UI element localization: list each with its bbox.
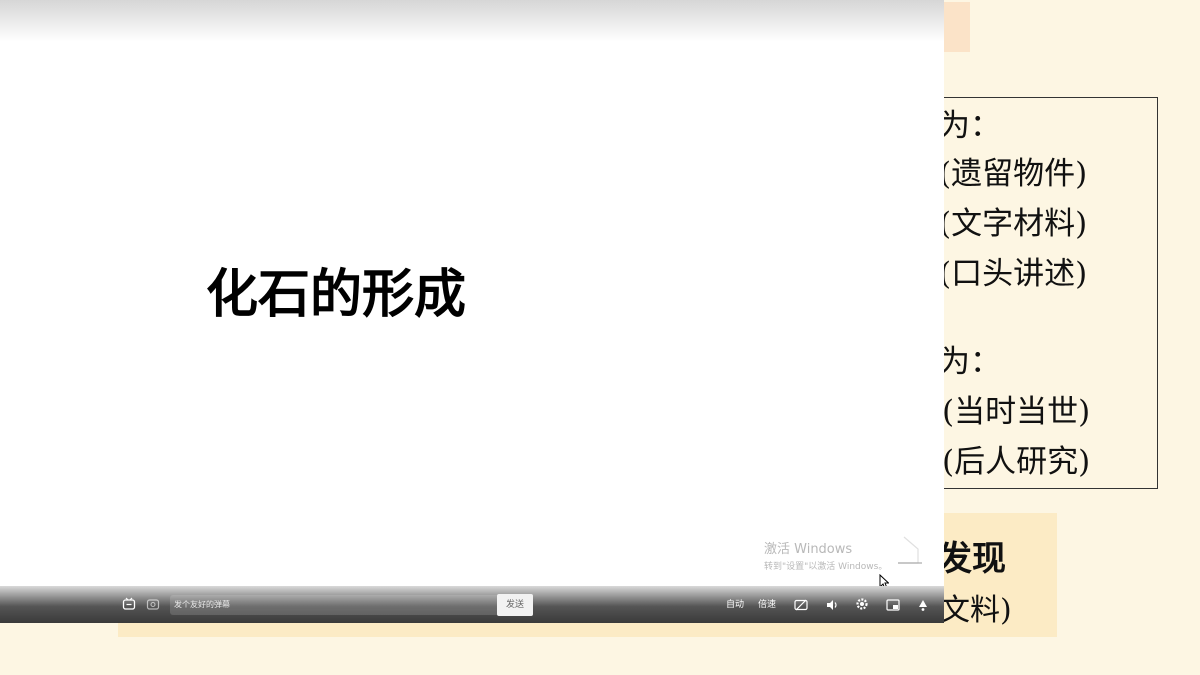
danmu-toggle-icon[interactable]	[122, 597, 136, 611]
volume-icon[interactable]	[825, 598, 839, 612]
watermark-line2: 转到"设置"以激活 Windows。	[764, 562, 888, 572]
danmu-settings-icon[interactable]	[146, 597, 160, 611]
player-control-bar: 发个友好的弹幕 发送 自动 倍速	[0, 586, 944, 623]
box-line: 为：	[939, 344, 1001, 380]
subtitle-off-icon[interactable]	[794, 598, 808, 612]
corner-fold-icon	[898, 536, 922, 564]
settings-gear-icon[interactable]	[855, 597, 869, 611]
bottom-subtext: 文料)	[940, 593, 1012, 628]
danmu-input[interactable]: 发个友好的弹幕	[170, 595, 498, 615]
bottom-heading: 发现	[938, 539, 1006, 579]
picture-in-picture-icon[interactable]	[886, 598, 900, 612]
box-line: (遗留物件)	[939, 156, 1088, 192]
windows-activation-watermark: 激活 Windows 转到"设置"以激活 Windows。	[764, 538, 887, 572]
box-line: 为：	[939, 108, 1001, 144]
send-button[interactable]: 发送	[497, 594, 533, 616]
playback-speed-button[interactable]: 倍速	[758, 597, 776, 610]
box-line: (文字材料)	[939, 206, 1088, 242]
background-accent-strip	[940, 2, 970, 52]
fullscreen-icon[interactable]	[916, 598, 930, 612]
slide-title: 化石的形成	[206, 265, 467, 325]
box-line: (口头讲述)	[939, 256, 1088, 292]
top-shade	[0, 0, 944, 42]
watermark-line1: 激活 Windows	[764, 542, 853, 557]
quality-auto-button[interactable]: 自动	[726, 597, 744, 610]
video-player[interactable]: 化石的形成 激活 Windows 转到"设置"以激活 Windows。 发个友好…	[0, 0, 944, 623]
